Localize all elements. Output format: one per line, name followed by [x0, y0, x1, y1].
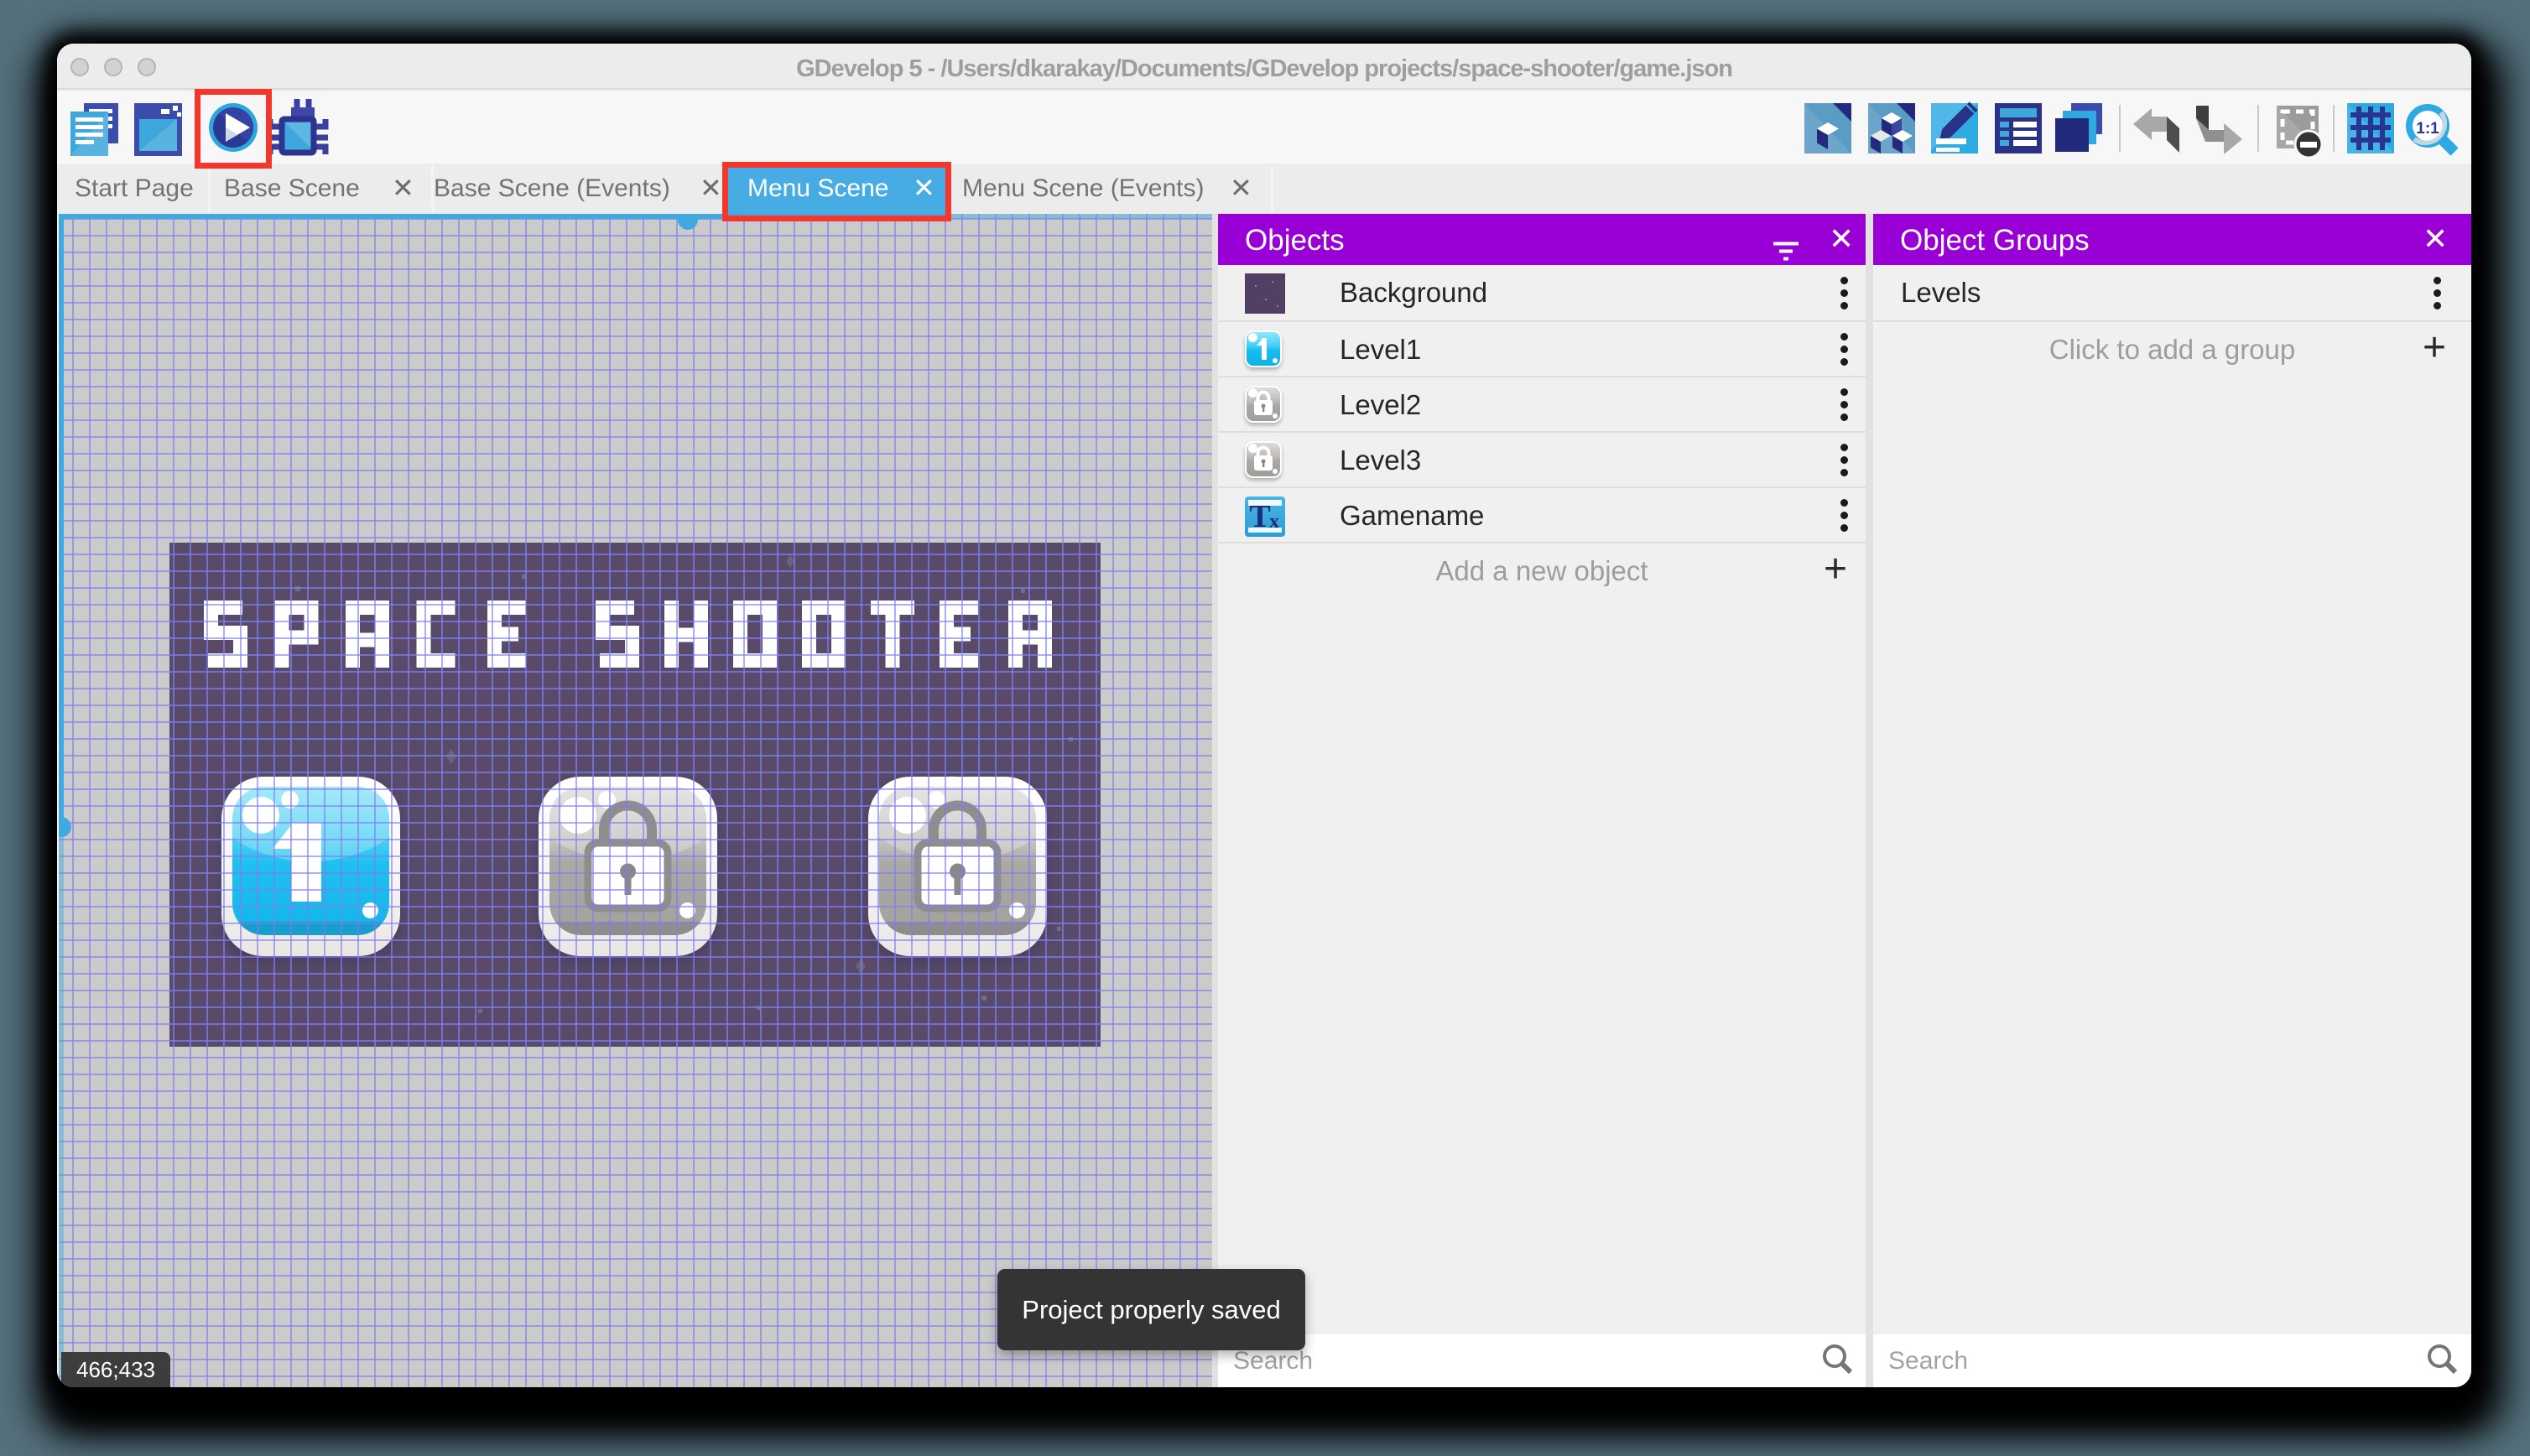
svg-text:1:1: 1:1 — [2416, 120, 2439, 138]
